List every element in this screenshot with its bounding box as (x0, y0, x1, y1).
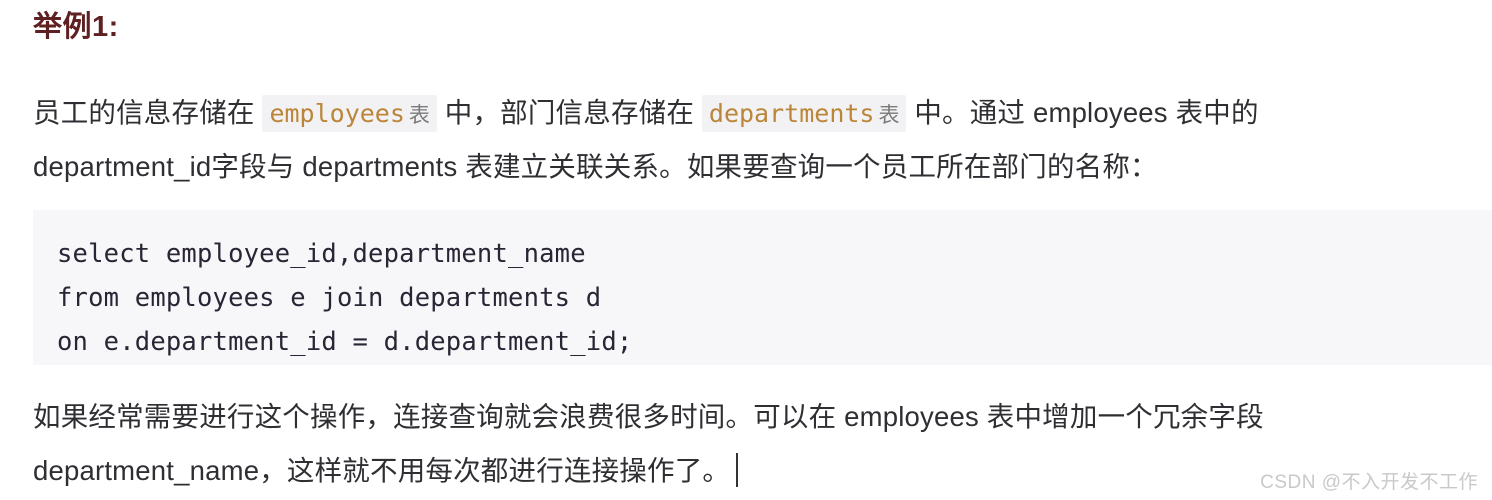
intro-text-segment-2: 中，部门信息存储在 (436, 97, 702, 128)
text-cursor-caret (736, 453, 739, 487)
intro-paragraph: 员工的信息存储在 employees 表 中，部门信息存储在 department… (33, 86, 1463, 194)
sql-code-block[interactable]: select employee_id,department_name from … (33, 210, 1492, 365)
closing-paragraph: 如果经常需要进行这个操作，连接查询就会浪费很多时间。可以在 employees … (33, 390, 1463, 498)
closing-paragraph-line-2: department_name，这样就不用每次都进行连接操作了。 (33, 455, 731, 486)
closing-paragraph-line-1: 如果经常需要进行这个操作，连接查询就会浪费很多时间。可以在 employees … (33, 401, 1264, 432)
inline-code-departments: departments 表 (701, 95, 907, 132)
closing-paragraph-line-2-wrapper: department_name，这样就不用每次都进行连接操作了。 (33, 444, 1463, 498)
article-content: 举例1: 员工的信息存储在 employees 表 中，部门信息存储在 depar… (0, 0, 1492, 500)
inline-code-employees-text: employees (269, 99, 405, 128)
inline-code-departments-text: departments (708, 99, 875, 128)
code-line-2: from employees e join departments d (57, 283, 602, 313)
intro-paragraph-line-1: 员工的信息存储在 employees 表 中，部门信息存储在 department… (33, 86, 1463, 140)
inline-code-employees-suffix: 表 (408, 104, 430, 127)
csdn-watermark: CSDN @不入开发不工作 (1260, 472, 1478, 493)
section-heading-text: 举例1: (33, 11, 119, 43)
inline-code-employees: employees 表 (262, 95, 437, 132)
code-line-3: on e.department_id = d.department_id; (57, 327, 633, 357)
code-line-1: select employee_id,department_name (57, 239, 586, 269)
intro-text-segment-3: 中。通过 employees 表中的 (906, 97, 1259, 128)
inline-code-departments-suffix: 表 (878, 104, 900, 127)
intro-paragraph-line-2: department_id字段与 departments 表建立关联关系。如果要… (33, 151, 1158, 182)
intro-text-segment-1: 员工的信息存储在 (33, 97, 263, 128)
page-title: 举例1: (33, 9, 119, 47)
